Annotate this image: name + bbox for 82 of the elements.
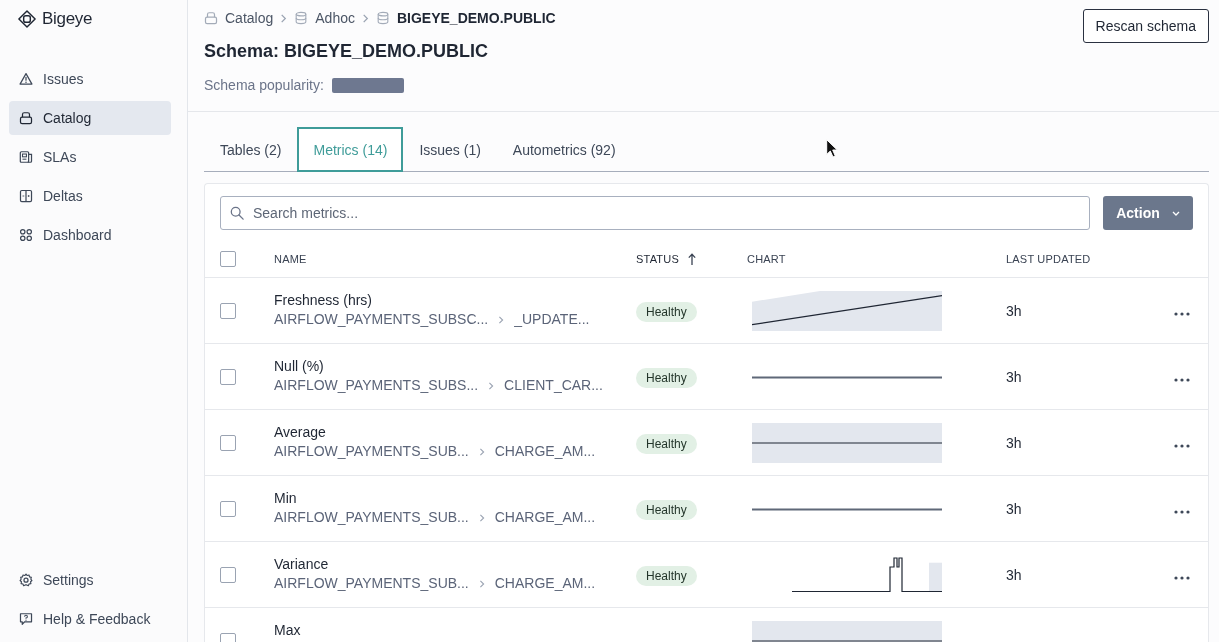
chevron-right-icon: [498, 316, 505, 324]
nav-item[interactable]: Issues: [9, 62, 171, 96]
more-options-icon[interactable]: [1174, 575, 1190, 580]
more-options-icon[interactable]: [1174, 509, 1190, 514]
box-icon: [19, 111, 33, 125]
row-checkbox[interactable]: [220, 303, 236, 319]
table-path: AIRFLOW_PAYMENTS_SUB...: [274, 574, 469, 593]
column-path: CHARGE_AM...: [494, 574, 596, 593]
more-options-icon[interactable]: [1174, 311, 1190, 316]
chevron-right-icon: [361, 13, 369, 23]
box-icon: [204, 11, 218, 25]
grid-icon: [19, 228, 33, 242]
logo-text: Bigeye: [42, 9, 93, 29]
row-checkbox[interactable]: [220, 435, 236, 451]
chevron-right-icon: [488, 382, 495, 390]
metric-name[interactable]: Average: [274, 423, 326, 441]
column-header[interactable]: LAST UPDATED: [1006, 253, 1091, 265]
tab[interactable]: Tables (2): [204, 127, 298, 172]
action-button[interactable]: Action: [1103, 196, 1193, 230]
nav-item[interactable]: Settings: [9, 563, 171, 597]
arrow-up-icon: [686, 252, 697, 266]
status-badge: Healthy: [636, 367, 697, 388]
row-checkbox[interactable]: [220, 501, 236, 517]
logo-icon: [18, 10, 36, 28]
breadcrumb-link[interactable]: BIGEYE_DEMO.PUBLIC: [375, 10, 556, 26]
table-path: AIRFLOW_PAYMENTS_SUB...: [274, 508, 469, 527]
chevron-right-icon: [478, 448, 485, 456]
nav-item[interactable]: Catalog: [9, 101, 171, 135]
last-updated: 3h: [1006, 434, 1022, 451]
column-header[interactable]: NAME: [274, 253, 307, 265]
breadcrumb-link[interactable]: Catalog: [204, 10, 274, 26]
nav-item[interactable]: SLAs: [9, 140, 171, 174]
rescan-button[interactable]: Rescan schema: [1082, 9, 1209, 43]
metric-name[interactable]: Null (%): [274, 357, 324, 375]
column-header[interactable]: CHART: [747, 253, 786, 265]
status-badge: Healthy: [636, 499, 697, 520]
table-path: AIRFLOW_PAYMENTS_SUB...: [274, 442, 469, 461]
warning-icon: [19, 72, 33, 86]
column-path: CHARGE_AM...: [494, 442, 596, 461]
tab[interactable]: Autometrics (92): [496, 127, 632, 172]
nav-item[interactable]: Deltas: [9, 179, 171, 213]
column-path: CHARGE_AM...: [494, 508, 596, 527]
chevron-right-icon: [478, 580, 485, 588]
metric-name[interactable]: Min: [274, 489, 297, 507]
metric-name[interactable]: Freshness (hrs): [274, 291, 373, 309]
last-updated: 3h: [1006, 368, 1022, 385]
chevron-right-icon: [280, 13, 288, 23]
row-checkbox[interactable]: [220, 567, 236, 583]
more-options-icon[interactable]: [1174, 443, 1190, 448]
last-updated: 3h: [1006, 302, 1022, 319]
select-all-checkbox[interactable]: [220, 251, 236, 267]
mouse-cursor-icon: [826, 139, 838, 158]
search-field[interactable]: Search metrics...: [220, 196, 1090, 230]
more-options-icon[interactable]: [1174, 377, 1190, 382]
column-path: CLIENT_CAR...: [504, 376, 603, 395]
row-checkbox[interactable]: [220, 369, 236, 385]
status-badge: Healthy: [636, 301, 697, 322]
settings-icon: [19, 573, 33, 587]
database-icon: [375, 11, 390, 25]
database-icon: [294, 11, 309, 25]
column-header[interactable]: STATUS: [636, 253, 679, 265]
popularity-label: Schema popularity:: [204, 77, 324, 93]
table-path: AIRFLOW_PAYMENTS_SUBSC...: [274, 310, 489, 329]
metric-name[interactable]: Max: [274, 621, 301, 639]
last-updated: 3h: [1006, 500, 1022, 517]
status-badge: Healthy: [636, 433, 697, 454]
table-path: AIRFLOW_PAYMENTS_SUBS...: [274, 376, 479, 395]
breadcrumb-link[interactable]: Adhoc: [294, 10, 355, 26]
search-icon: [230, 206, 244, 220]
last-updated: 3h: [1006, 566, 1022, 583]
nav-item[interactable]: Dashboard: [9, 218, 171, 252]
column-path: _UPDATE...: [514, 310, 590, 329]
metric-name[interactable]: Variance: [274, 555, 329, 573]
document-icon: [19, 150, 33, 164]
split-panel-icon: [19, 189, 33, 203]
chevron-right-icon: [478, 514, 485, 522]
nav-item[interactable]: Help & Feedback: [9, 602, 171, 636]
help-icon: [19, 612, 33, 626]
caret-down-icon: [1171, 210, 1180, 216]
page-title: Schema: BIGEYE_DEMO.PUBLIC: [204, 41, 490, 61]
tab[interactable]: Issues (1): [403, 127, 497, 172]
status-badge: Healthy: [636, 565, 697, 586]
